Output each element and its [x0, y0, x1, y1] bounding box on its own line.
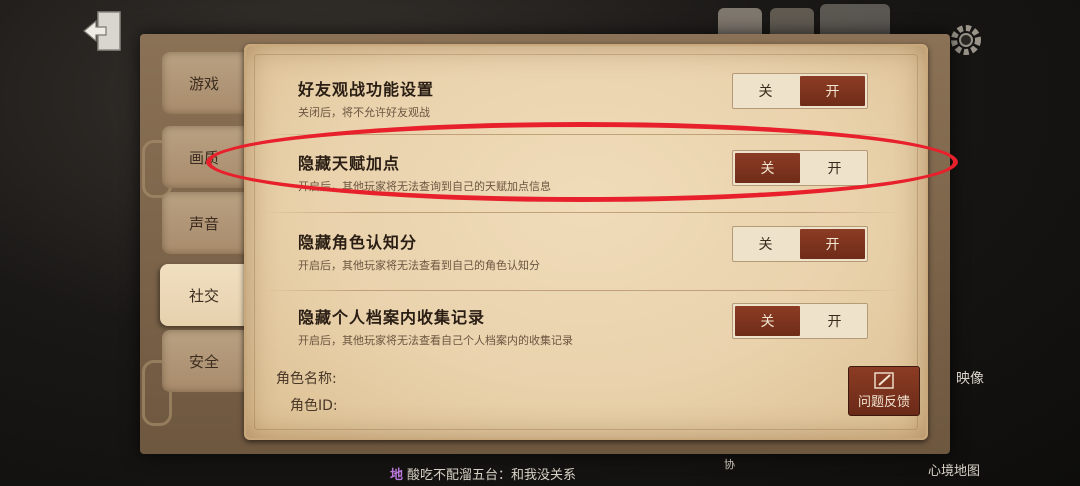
toggle-off-option[interactable]: 关: [733, 227, 798, 261]
tab-label: 画质: [188, 148, 219, 167]
exit-button[interactable]: [78, 8, 126, 54]
background-label: 心境地图: [928, 464, 981, 479]
divider: [262, 290, 902, 291]
tab-graphics[interactable]: 画质: [162, 126, 246, 188]
background-label: 映像: [956, 371, 984, 387]
toggle-on-option[interactable]: 开: [802, 304, 867, 338]
toggle-hide-collection[interactable]: 关 开: [732, 303, 868, 339]
tab-label: 游戏: [188, 74, 219, 93]
tab-security[interactable]: 安全: [162, 330, 246, 392]
toggle-on-option[interactable]: 开: [800, 229, 865, 259]
divider: [262, 134, 902, 135]
toggle-friend-spectate[interactable]: 关 开: [732, 73, 868, 109]
tab-social[interactable]: 社交: [160, 264, 248, 326]
divider: [262, 212, 902, 213]
chat-channel-tag: 地: [390, 468, 404, 483]
role-name-label: 角色名称:: [276, 371, 337, 387]
exit-door-icon: [83, 11, 121, 51]
toggle-off-option[interactable]: 关: [735, 153, 800, 183]
pen-icon: [874, 372, 894, 389]
toggle-hide-talent[interactable]: 关 开: [732, 150, 868, 186]
tab-sound[interactable]: 声音: [162, 192, 246, 254]
tab-label: 声音: [188, 214, 219, 233]
background-label: 协: [724, 458, 735, 471]
tab-game[interactable]: 游戏: [162, 52, 246, 114]
toggle-hide-role-score[interactable]: 关 开: [732, 226, 868, 262]
feedback-label: 问题反馈: [857, 395, 910, 410]
toggle-off-option[interactable]: 关: [735, 306, 800, 336]
role-id-label: 角色ID:: [290, 398, 338, 414]
toggle-on-option[interactable]: 开: [802, 151, 867, 185]
tab-label: 社交: [188, 286, 219, 305]
feedback-button[interactable]: 问题反馈: [848, 366, 920, 416]
tab-label: 安全: [188, 352, 219, 371]
toggle-off-option[interactable]: 关: [733, 74, 798, 108]
gear-icon[interactable]: [946, 20, 986, 60]
toggle-on-option[interactable]: 开: [800, 76, 865, 106]
chat-text: 酸吃不配溜五台：和我没关系: [407, 468, 577, 483]
chat-message: 地酸吃不配溜五台：和我没关系: [390, 464, 576, 483]
